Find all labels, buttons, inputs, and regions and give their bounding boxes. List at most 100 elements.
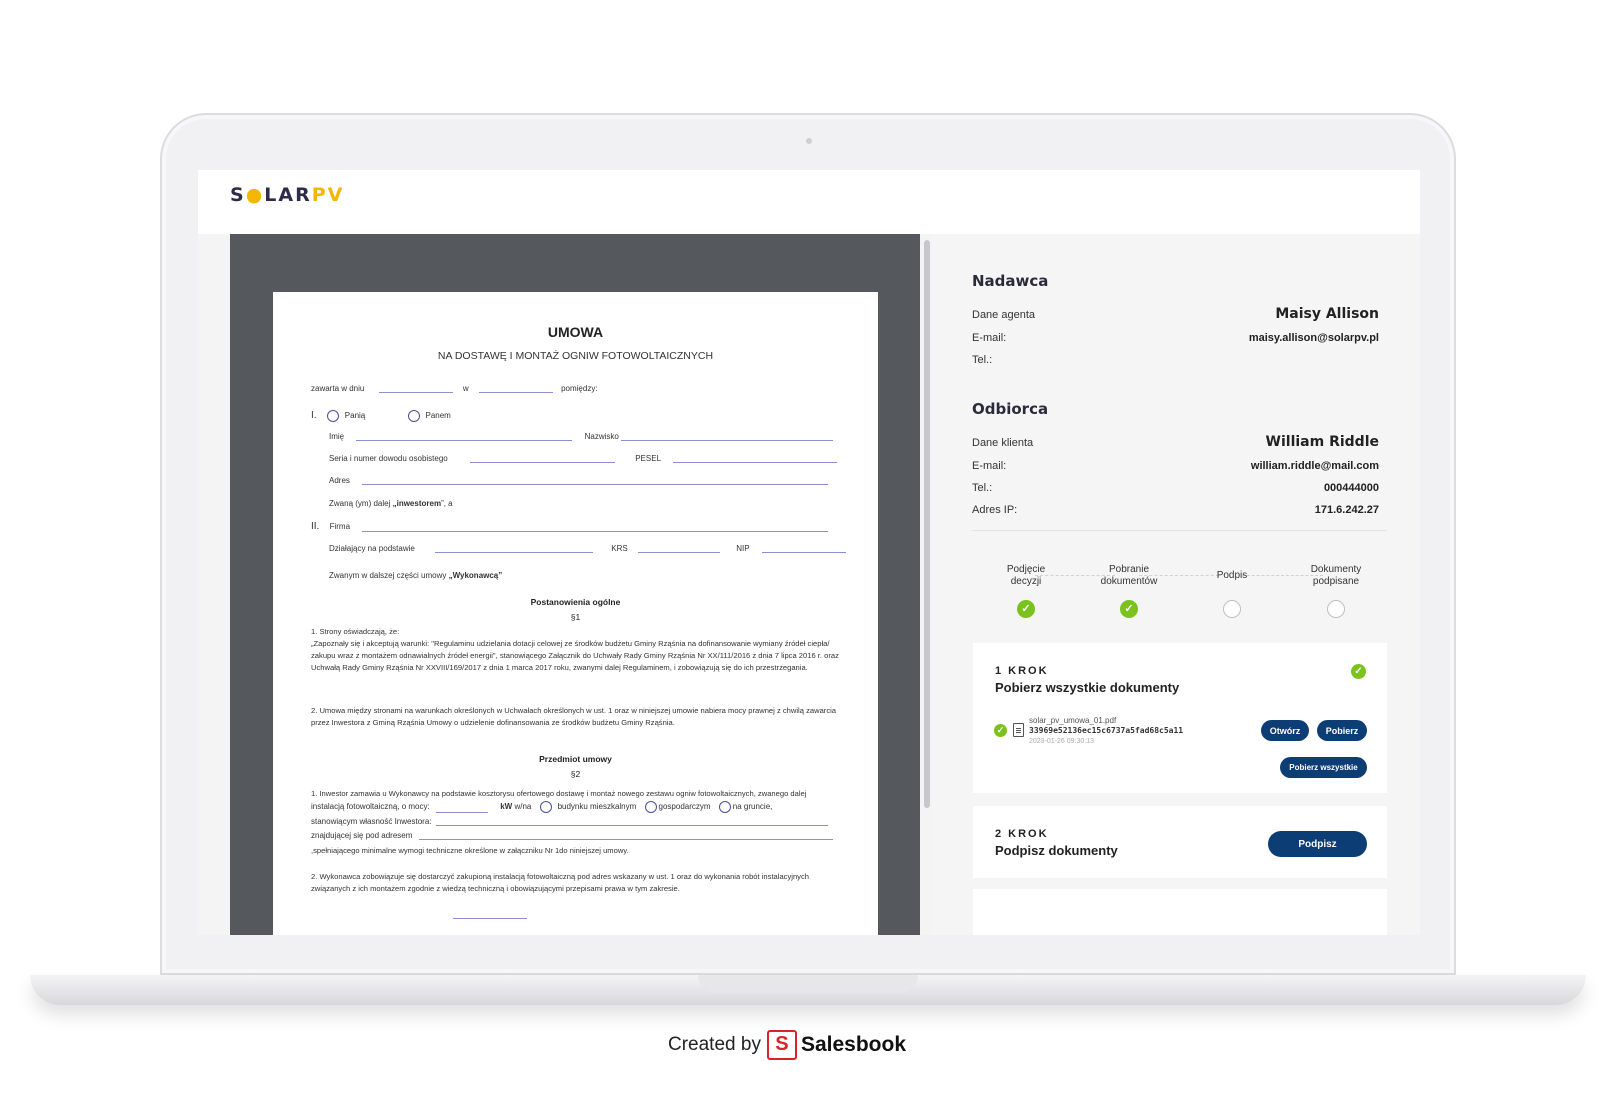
agent-name: Maisy Allison <box>1275 306 1379 322</box>
document-icon <box>1013 723 1024 737</box>
label-wykonawca: „Wykonawcą” <box>448 571 503 580</box>
client-name: William Riddle <box>1265 434 1379 450</box>
section-par1: §1 <box>570 612 581 622</box>
logo-pv: PV <box>311 184 345 206</box>
first-name-field[interactable] <box>356 432 573 441</box>
credit-line: Created by S Salesbook <box>668 1030 906 1060</box>
address-field[interactable] <box>362 476 829 485</box>
download-all-button[interactable]: Pobierz wszystkie <box>1280 757 1367 778</box>
viewer-scrollbar[interactable] <box>924 240 930 808</box>
date-field[interactable] <box>378 384 453 393</box>
ip-label: Adres IP: <box>972 504 1018 516</box>
page-scroll-indicator <box>453 918 527 919</box>
step-2-number: 2 KROK <box>995 828 1049 840</box>
radio-gospodarczym[interactable] <box>644 801 657 813</box>
label-znajdujacej: znajdującej się pod adresem <box>311 831 413 840</box>
salesbook-brand: Salesbook <box>800 1033 906 1056</box>
label-gospodarczym: gospodarczym <box>658 802 711 812</box>
recipient-title: Odbiorca <box>972 400 1049 418</box>
label-krs: KRS <box>611 544 628 553</box>
basis-row: Działający na podstawie KRS NIP <box>329 544 846 553</box>
download-button[interactable]: Pobierz <box>1317 720 1367 741</box>
sign-button[interactable]: Podpisz <box>1268 831 1367 857</box>
place-field[interactable] <box>478 384 553 393</box>
pesel-field[interactable] <box>672 454 837 463</box>
paragraph-2: 2. Umowa między stronami na warunkach ok… <box>311 706 837 727</box>
id-row: Seria i numer dowodu osobistego PESEL <box>329 454 837 463</box>
label-firma: Firma <box>329 522 351 531</box>
company-field[interactable] <box>362 523 829 532</box>
label-pomiedzy: pomiędzy: <box>561 384 598 393</box>
location-field[interactable] <box>418 831 833 840</box>
app-header: S●LARPV <box>198 170 1420 234</box>
label-pesel: PESEL <box>635 454 661 463</box>
label-budynku: budynku mieszkalnym <box>557 802 637 812</box>
step-2-title: Podpisz dokumenty <box>995 843 1118 858</box>
label-panem: Panem <box>425 411 451 421</box>
label-inwestorem: „inwestorem <box>392 499 442 508</box>
radio-budynku[interactable] <box>539 801 552 813</box>
screen: S●LARPV UMOWA NA DOSTAWĘ I MONTAŻ OGNIW … <box>198 170 1420 935</box>
step-4-label: Dokumenty podpisane <box>1310 564 1362 587</box>
label-pani: Panią <box>344 411 366 421</box>
radio-panem[interactable] <box>407 410 420 422</box>
sender-email-label: E-mail: <box>972 332 1007 344</box>
step-1-card: 1 KROK Pobierz wszystkie dokumenty ✓ ✓ s… <box>973 643 1387 793</box>
open-button[interactable]: Otwórz <box>1261 720 1309 741</box>
roman-2: II. <box>311 521 320 532</box>
file-check-icon: ✓ <box>994 724 1007 737</box>
recipient-divider <box>972 530 1387 531</box>
file-date: 2023-01-26 09:30:13 <box>1029 738 1094 745</box>
details-panel: Nadawca Dane agenta Maisy Allison E-mail… <box>932 234 1420 935</box>
paragraph-4: 2. Wykonawca zobowiązuje się dostarczyć … <box>311 872 810 893</box>
power-field[interactable] <box>435 804 488 813</box>
radio-pani[interactable] <box>326 410 339 422</box>
step-3-card <box>973 889 1387 935</box>
label-zwany: Zwaną (ym) dalej <box>329 499 391 508</box>
file-name: solar_pv_umowa_01.pdf <box>1029 716 1117 725</box>
step-1-title: Pobierz wszystkie dokumenty <box>995 680 1180 695</box>
file-hash: 33969e52136ec15c6737a5fad68c5a11 <box>1029 726 1184 735</box>
label-nazwisko: Nazwisko <box>584 432 619 441</box>
label-zwany-post: ”, a <box>441 499 453 508</box>
recipient-tel-label: Tel.: <box>972 482 993 494</box>
sender-tel-label: Tel.: <box>972 354 993 366</box>
document-viewer[interactable]: UMOWA NA DOSTAWĘ I MONTAŻ OGNIW FOTOWOLT… <box>230 234 920 935</box>
section-postanowienia: Postanowienia ogólne <box>530 597 621 607</box>
label-power: instalacją fotowoltaiczną, o mocy: <box>311 802 430 812</box>
last-name-field[interactable] <box>621 432 834 441</box>
step-1-complete-icon: ✓ <box>1351 664 1366 679</box>
ownership-field[interactable] <box>435 817 828 826</box>
progress-steps: Podjęcie decyzji Pobranie dokumentów Podpi… <box>972 564 1387 626</box>
krs-field[interactable] <box>637 544 720 553</box>
agent-label: Dane agenta <box>972 309 1035 321</box>
label-nip: NIP <box>736 544 750 553</box>
recipient-email[interactable]: william.riddle@mail.com <box>1251 460 1379 472</box>
document-page: UMOWA NA DOSTAWĘ I MONTAŻ OGNIW FOTOWOLT… <box>273 292 878 935</box>
id-number-field[interactable] <box>469 454 615 463</box>
label-w: w <box>462 384 469 393</box>
step-2-check-icon: ✓ <box>1120 600 1138 618</box>
contractor-row: Zwanym w dalszej części umowy „Wykonawcą… <box>329 571 502 580</box>
label-seria: Seria i numer dowodu osobistego <box>329 454 448 463</box>
label-imie: Imię <box>329 432 345 441</box>
basis-field[interactable] <box>435 544 594 553</box>
ownership-row: stanowiącym własność Inwestora: <box>311 817 828 826</box>
step-2-label: Pobranie dokumentów <box>1100 564 1158 587</box>
name-row: Imię Nazwisko <box>329 432 834 441</box>
power-row: instalacją fotowoltaiczną, o mocy: kW w/… <box>311 801 772 813</box>
label-zawarta: zawarta w dniu <box>311 384 365 393</box>
camera-dot <box>806 138 812 144</box>
location-row: znajdującej się pod adresem <box>311 831 833 840</box>
salutation-row: I. Panią Panem <box>311 410 451 422</box>
label-zwanym: Zwanym w dalszej części umowy <box>329 571 447 580</box>
radio-gruncie[interactable] <box>718 801 731 813</box>
section-par2: §2 <box>570 769 581 779</box>
logo-lar: LAR <box>264 184 312 206</box>
section-przedmiot: Przedmiot umowy <box>539 754 612 764</box>
solarpv-logo[interactable]: S●LARPV <box>230 184 344 206</box>
sender-email[interactable]: maisy.allison@solarpv.pl <box>1249 332 1379 344</box>
nip-field[interactable] <box>761 544 846 553</box>
recipient-tel: 000444000 <box>1323 482 1379 494</box>
company-row: II. Firma <box>311 521 829 532</box>
